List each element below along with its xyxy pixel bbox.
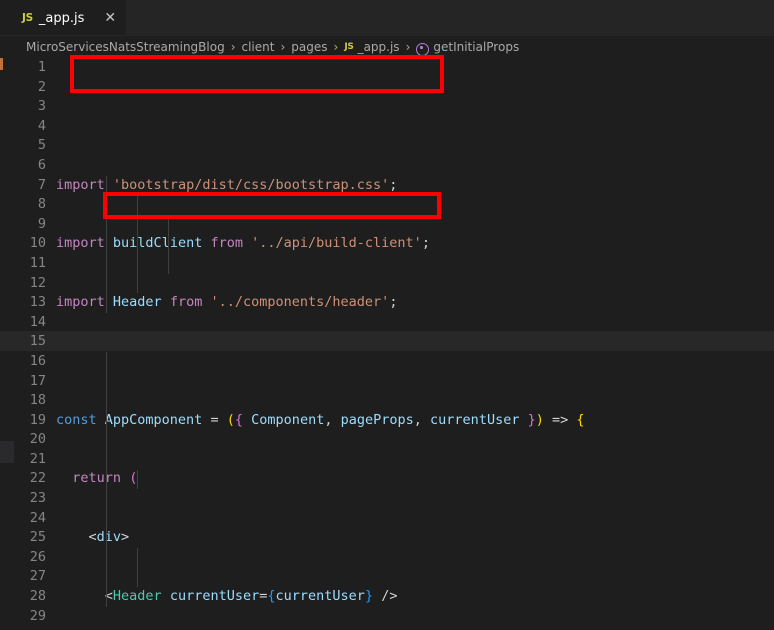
editor-tab-bar: JS _app.js ✕ bbox=[0, 0, 774, 36]
code-line-3: import Header from '../components/header… bbox=[56, 294, 398, 311]
code-line-8: <Header currentUser={currentUser} /> bbox=[104, 588, 398, 605]
tab-bar-empty-space bbox=[126, 0, 774, 35]
line-number: 13 bbox=[29, 294, 46, 311]
line-number: 2 bbox=[37, 78, 46, 95]
symbol-method-icon bbox=[416, 42, 430, 56]
javascript-file-icon: JS bbox=[344, 42, 354, 52]
line-number: 21 bbox=[29, 450, 46, 467]
javascript-file-icon: JS bbox=[22, 12, 33, 24]
code-line-6: return ( bbox=[72, 470, 138, 487]
line-number: 17 bbox=[29, 372, 46, 389]
line-number: 15 bbox=[29, 333, 46, 350]
line-number: 27 bbox=[29, 568, 46, 585]
breadcrumb-item-client[interactable]: client bbox=[242, 40, 275, 54]
line-number: 12 bbox=[29, 274, 46, 291]
line-number: 1 bbox=[37, 59, 46, 75]
editor-tab-label: _app.js bbox=[38, 10, 85, 26]
line-number: 4 bbox=[37, 117, 46, 134]
code-line-5: const AppComponent = ({ Component, pageP… bbox=[56, 411, 585, 428]
line-number: 22 bbox=[29, 470, 46, 487]
line-number: 28 bbox=[29, 588, 46, 605]
code-content[interactable]: 1 2 3 4 5 6 7 8 9 10 11 12 13 14 15 16 1… bbox=[0, 58, 774, 630]
close-icon[interactable]: ✕ bbox=[104, 11, 116, 25]
line-number: 11 bbox=[29, 254, 46, 271]
line-number: 3 bbox=[37, 98, 46, 115]
line-number: 8 bbox=[37, 196, 46, 213]
line-number: 18 bbox=[29, 392, 46, 409]
vscode-window: JS _app.js ✕ MicroServicesNatsStreamingB… bbox=[0, 0, 774, 630]
code-line-2: import buildClient from '../api/build-cl… bbox=[56, 235, 430, 252]
line-number: 7 bbox=[37, 176, 46, 193]
line-number: 24 bbox=[29, 509, 46, 526]
line-number: 6 bbox=[37, 156, 46, 173]
line-number: 23 bbox=[29, 490, 46, 507]
line-number: 26 bbox=[29, 548, 46, 565]
breadcrumb: MicroServicesNatsStreamingBlog › client … bbox=[0, 36, 774, 58]
chevron-right-icon: › bbox=[280, 40, 286, 54]
line-number: 16 bbox=[29, 352, 46, 369]
line-number: 14 bbox=[29, 313, 46, 330]
code-editor[interactable]: 1 2 3 4 5 6 7 8 9 10 11 12 13 14 15 16 1… bbox=[0, 58, 774, 630]
breadcrumb-item-file[interactable]: _app.js bbox=[358, 40, 400, 54]
breadcrumb-item-pages[interactable]: pages bbox=[291, 40, 327, 54]
line-number: 20 bbox=[29, 431, 46, 448]
chevron-right-icon: › bbox=[333, 40, 339, 54]
breadcrumb-item-symbol[interactable]: getInitialProps bbox=[433, 40, 519, 54]
line-number: 5 bbox=[37, 137, 46, 154]
code-line-7: <div> bbox=[88, 529, 130, 546]
editor-tab-app-js[interactable]: JS _app.js ✕ bbox=[0, 0, 127, 35]
chevron-right-icon: › bbox=[405, 40, 411, 54]
chevron-right-icon: › bbox=[230, 40, 236, 54]
line-number: 29 bbox=[29, 607, 46, 624]
line-number-gutter: 1 2 3 4 5 6 7 8 9 10 11 12 13 14 15 16 1… bbox=[0, 58, 56, 630]
line-number: 9 bbox=[37, 215, 46, 232]
code-text[interactable]: import 'bootstrap/dist/css/bootstrap.css… bbox=[56, 58, 774, 630]
code-line-1: import 'bootstrap/dist/css/bootstrap.css… bbox=[56, 176, 398, 193]
line-number: 10 bbox=[29, 235, 46, 252]
line-number: 19 bbox=[29, 411, 46, 428]
breadcrumb-item-project[interactable]: MicroServicesNatsStreamingBlog bbox=[26, 40, 225, 54]
line-number: 25 bbox=[29, 529, 46, 546]
